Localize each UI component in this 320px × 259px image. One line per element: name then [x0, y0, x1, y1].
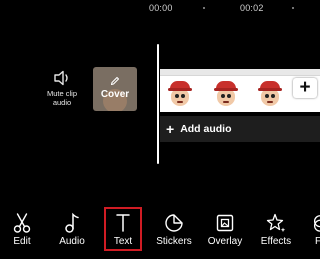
add-audio-button[interactable]: + Add audio [160, 116, 320, 142]
playhead[interactable] [157, 44, 159, 164]
effects-star-icon [250, 212, 302, 234]
tool-filters-label: F [315, 236, 320, 247]
tool-stickers[interactable]: Stickers [148, 195, 200, 259]
mute-clip-audio-button[interactable]: Mute clip audio [40, 70, 84, 107]
ruler-tick [203, 7, 205, 9]
timeline-area: 00:00 00:02 Mute clip audio Cover + + Ad… [0, 0, 320, 195]
ruler-time-label: 00:02 [240, 3, 264, 13]
filters-icon [311, 212, 320, 234]
tool-audio-label: Audio [59, 236, 85, 247]
ruler-tick [292, 7, 294, 9]
tool-effects-label: Effects [260, 236, 292, 247]
clip-frame-thumbnail [168, 81, 192, 107]
tool-stickers-label: Stickers [156, 236, 192, 247]
add-clip-button[interactable]: + [293, 78, 317, 98]
add-audio-label: Add audio [180, 123, 232, 135]
tool-edit-label: Edit [13, 236, 31, 247]
speaker-icon [40, 70, 84, 86]
tool-filters[interactable]: F [301, 195, 320, 259]
tool-edit[interactable]: Edit [0, 195, 48, 259]
tool-effects[interactable]: Effects [250, 195, 302, 259]
music-note-icon [46, 212, 98, 234]
tool-overlay-label: Overlay [207, 236, 243, 247]
tool-audio[interactable]: Audio [46, 195, 98, 259]
clip-frame-thumbnail [258, 81, 282, 107]
sticker-icon [148, 212, 200, 234]
cover-label: Cover [100, 89, 130, 100]
clip-frame-thumbnail [214, 81, 238, 107]
mute-clip-audio-label: Mute clip audio [46, 89, 77, 107]
text-tool-highlight-box [104, 207, 142, 251]
clip-audio-waveform [160, 69, 320, 76]
tool-overlay[interactable]: Overlay [199, 195, 251, 259]
bottom-toolbar: Edit Audio Text Stickers Overlay Effects… [0, 195, 320, 259]
ruler-time-label: 00:00 [149, 3, 173, 13]
scissors-icon [0, 212, 48, 234]
overlay-icon [199, 212, 251, 234]
plus-icon: + [166, 121, 175, 137]
cover-button[interactable]: Cover [93, 67, 137, 111]
